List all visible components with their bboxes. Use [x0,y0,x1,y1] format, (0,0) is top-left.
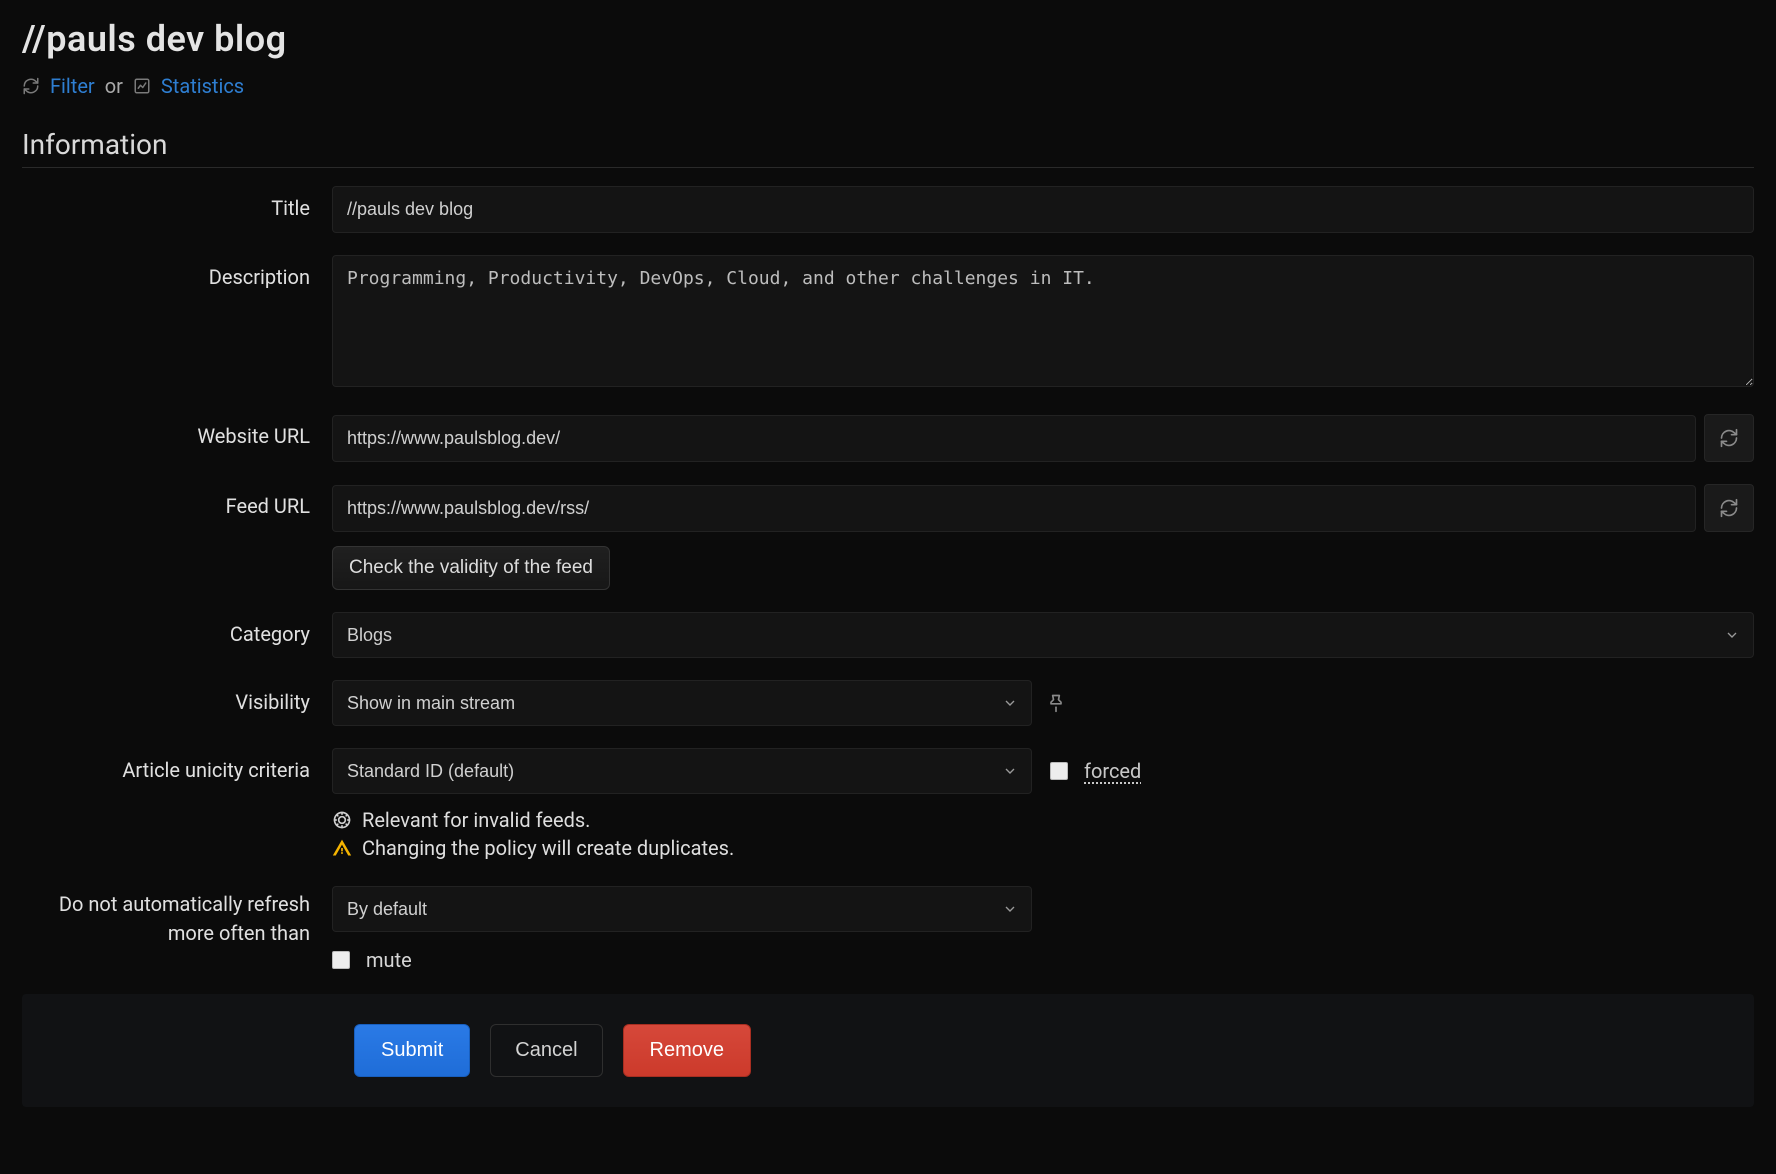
label-unicity: Article unicity criteria [22,748,332,782]
label-refresh: Do not automatically refresh more often … [22,886,332,948]
subnav: Filter or Statistics [22,74,1754,98]
unicity-select[interactable]: Standard ID (default) [332,748,1032,794]
warning-icon [332,838,352,858]
help-text-changing: Changing the policy will create duplicat… [362,836,734,860]
description-textarea[interactable]: Programming, Productivity, DevOps, Cloud… [332,255,1754,387]
forced-checkbox[interactable] [1050,762,1068,780]
label-feed-url: Feed URL [22,484,332,518]
remove-button[interactable]: Remove [623,1024,751,1077]
open-link-icon [1719,498,1739,518]
filter-link[interactable]: Filter [50,74,95,98]
stats-icon [133,77,151,95]
refresh-select[interactable]: By default [332,886,1032,932]
page-title: //pauls dev blog [22,18,1754,60]
help-icon [332,810,352,830]
label-visibility: Visibility [22,680,332,714]
subnav-or: or [105,74,123,98]
statistics-link[interactable]: Statistics [161,74,244,98]
unicity-help: Relevant for invalid feeds. Changing the… [332,808,1754,860]
title-input[interactable] [332,186,1754,233]
mute-checkbox[interactable] [332,951,350,969]
website-url-input[interactable] [332,415,1696,462]
refresh-icon [22,77,40,95]
cancel-button[interactable]: Cancel [490,1024,602,1077]
submit-button[interactable]: Submit [354,1024,470,1077]
actions-bar: Submit Cancel Remove [22,994,1754,1107]
forced-label[interactable]: forced [1084,759,1141,783]
label-title: Title [22,186,332,220]
label-description: Description [22,255,332,289]
label-category: Category [22,612,332,646]
visibility-select[interactable]: Show in main stream [332,680,1032,726]
category-select[interactable]: Blogs [332,612,1754,658]
open-link-icon [1719,428,1739,448]
open-website-button[interactable] [1704,414,1754,462]
check-feed-button[interactable]: Check the validity of the feed [332,546,610,590]
mute-label[interactable]: mute [366,948,412,972]
label-website-url: Website URL [22,414,332,448]
open-feed-button[interactable] [1704,484,1754,532]
section-heading: Information [22,128,1754,161]
pin-icon[interactable] [1046,693,1066,713]
feed-url-input[interactable] [332,485,1696,532]
help-text-relevant: Relevant for invalid feeds. [362,808,590,832]
section-divider [22,167,1754,168]
